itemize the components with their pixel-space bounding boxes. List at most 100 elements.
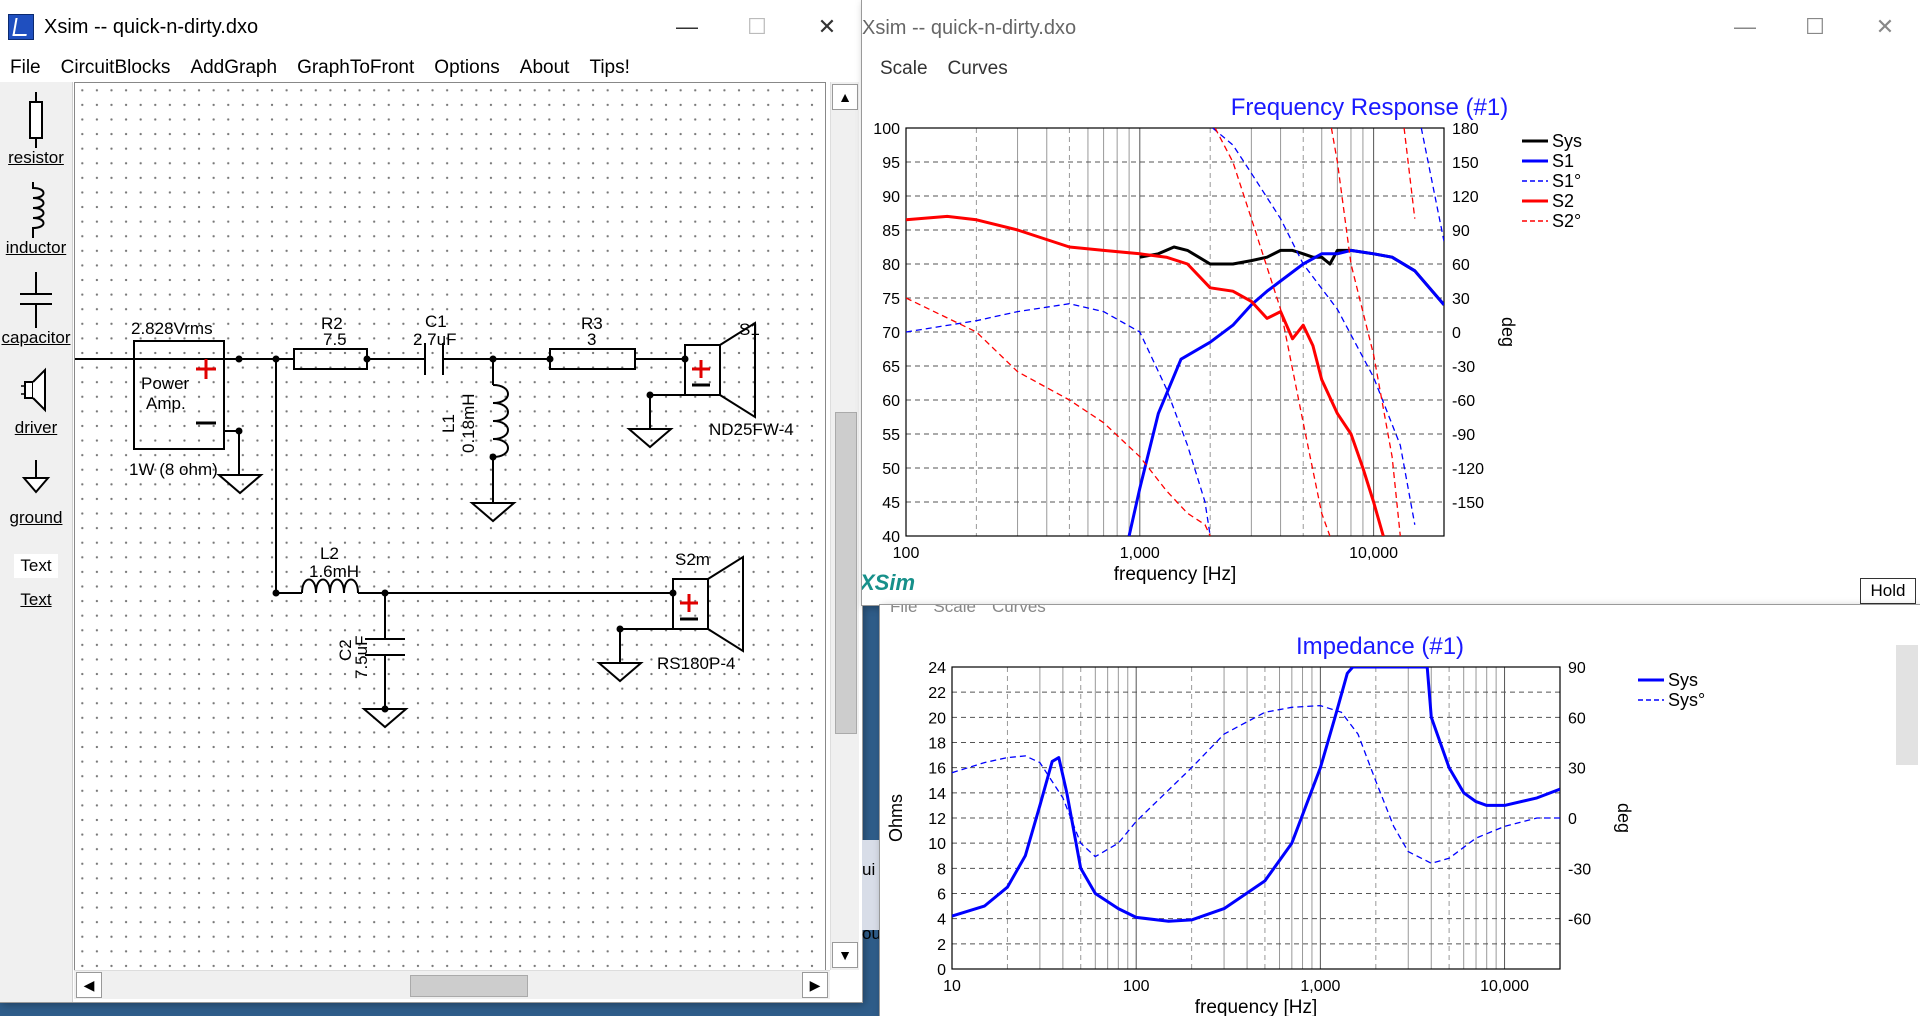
- horizontal-scrollbar[interactable]: ◀ ▶: [74, 970, 830, 999]
- schematic-canvas[interactable]: 2.828Vrms Power Amp. 1W (8 ohm) R2 7.5 C…: [74, 82, 826, 972]
- y-tick-label: 12: [928, 811, 946, 828]
- y-tick-label: 8: [937, 861, 946, 878]
- left-titlebar: Xsim -- quick-n-dirty.dxo — ☐ ✕: [0, 0, 862, 54]
- impedance-chart: 2422201816141210864209060300-30-6010 100 1…: [886, 660, 1705, 1016]
- hold-button[interactable]: Hold: [1860, 578, 1916, 604]
- frequency-response-window: Xsim -- quick-n-dirty.dxo — ☐ ✕ Scale Cu…: [862, 0, 1920, 605]
- l2-value: 1.6mH: [309, 562, 359, 581]
- y2-tick-label: 90: [1568, 660, 1586, 677]
- inductor-icon: [32, 182, 45, 238]
- s2-model: RS180P-4: [657, 654, 735, 673]
- menu-addgraph[interactable]: AddGraph: [180, 57, 287, 79]
- background-window-strip: ui ou: [862, 840, 881, 943]
- source-voltage-label: 2.828Vrms: [131, 319, 213, 338]
- background-peek-text: ui: [862, 860, 876, 879]
- palette-label: ground: [9, 508, 63, 527]
- scroll-down-icon[interactable]: ▼: [832, 942, 858, 968]
- menu-graphtofront[interactable]: GraphToFront: [287, 57, 424, 79]
- x-tick-label: 10,000: [1480, 978, 1529, 995]
- amp-power-label: 1W (8 ohm): [129, 460, 218, 479]
- x-tick-label: 1,000: [1120, 545, 1160, 562]
- series-line-sys: [952, 667, 1560, 923]
- xsim-app-icon: [8, 14, 34, 40]
- legend-label: S1: [1552, 151, 1574, 171]
- legend-label: S2°: [1552, 211, 1581, 231]
- s2-name: S2m: [675, 550, 710, 569]
- palette-resistor[interactable]: resistor: [0, 92, 72, 168]
- menu-circuitblocks[interactable]: CircuitBlocks: [51, 57, 181, 79]
- y2-tick-label: 180: [1452, 121, 1479, 138]
- x-tick-label: 100: [1123, 978, 1150, 995]
- background-peek-text: ou: [862, 924, 881, 943]
- minimize-button[interactable]: —: [652, 0, 722, 54]
- y-tick-label: 65: [882, 359, 900, 376]
- y2-tick-label: 120: [1452, 189, 1479, 206]
- y-axis-label: Ohms: [886, 794, 906, 842]
- maximize-button[interactable]: ☐: [722, 0, 792, 54]
- x-axis-label: frequency [Hz]: [1114, 564, 1237, 585]
- y-tick-label: 70: [882, 325, 900, 342]
- palette-inductor[interactable]: inductor: [0, 182, 72, 258]
- impedance-window: File Scale Curves Impedance (#1) 24 22 20 18 1…: [880, 605, 1920, 1016]
- c2-value: 7.5uF: [352, 636, 371, 679]
- y2-tick-label: 0: [1452, 325, 1461, 342]
- y-tick-label: 45: [882, 495, 900, 512]
- schematic-drawing: 2.828Vrms Power Amp. 1W (8 ohm) R2 7.5 C…: [75, 312, 794, 729]
- y2-tick-label: -90: [1452, 427, 1475, 444]
- y-tick-label: 90: [882, 189, 900, 206]
- x-tick-label: 1,000: [1300, 978, 1340, 995]
- driver-icon: [21, 367, 46, 413]
- r3-symbol: [549, 348, 636, 370]
- y-tick-label: 55: [882, 427, 900, 444]
- vertical-scroll-thumb[interactable]: [835, 412, 857, 734]
- y-tick-label: 14: [928, 786, 946, 803]
- scroll-up-icon[interactable]: ▲: [832, 84, 858, 110]
- palette-label: resistor: [8, 148, 64, 167]
- l2-name: L2: [320, 544, 339, 563]
- x-tick-label: 10,000: [1349, 545, 1398, 562]
- scroll-left-icon[interactable]: ◀: [76, 972, 102, 998]
- y-tick-label: 80: [882, 257, 900, 274]
- y2-tick-label: -30: [1568, 861, 1591, 878]
- palette-text[interactable]: Text Text: [0, 554, 72, 610]
- y2-tick-label: -60: [1452, 393, 1475, 410]
- vertical-scrollbar[interactable]: ▲ ▼: [830, 82, 859, 970]
- r2-value: 7.5: [323, 330, 347, 349]
- menu-file[interactable]: File: [0, 57, 51, 79]
- legend-label: S1°: [1552, 171, 1581, 191]
- palette-ground[interactable]: ground: [0, 452, 72, 528]
- menu-about[interactable]: About: [510, 57, 580, 79]
- horizontal-scroll-thumb[interactable]: [410, 975, 528, 997]
- palette-driver[interactable]: driver: [0, 362, 72, 438]
- y-tick-label: 85: [882, 223, 900, 240]
- window-title: Xsim -- quick-n-dirty.dxo: [44, 15, 259, 38]
- y-tick-label: 20: [928, 710, 946, 727]
- ground-symbol: [626, 428, 674, 449]
- y2-tick-label: -120: [1452, 461, 1484, 478]
- legend-label: S2: [1552, 191, 1574, 211]
- close-button[interactable]: ✕: [792, 0, 862, 54]
- menu-tips[interactable]: Tips!: [579, 57, 639, 79]
- y2-tick-label: 90: [1452, 223, 1470, 240]
- y-tick-label: 100: [873, 121, 900, 138]
- palette-label: Text: [20, 590, 52, 609]
- palette-label: driver: [14, 418, 58, 437]
- y-tick-label: 0: [937, 962, 946, 979]
- r2-symbol: [293, 348, 368, 370]
- left-menubar: File CircuitBlocks AddGraph GraphToFront…: [0, 54, 862, 82]
- amp-label-2: Amp.: [146, 394, 186, 413]
- x-axis-label: frequency [Hz]: [1195, 997, 1318, 1016]
- y2-tick-label: 60: [1568, 710, 1586, 727]
- y-tick-label: 60: [882, 393, 900, 410]
- imp-scrollbar[interactable]: [1896, 645, 1918, 765]
- menu-options[interactable]: Options: [424, 57, 509, 79]
- scroll-right-icon[interactable]: ▶: [802, 972, 828, 998]
- palette-label: inductor: [5, 238, 67, 257]
- y-tick-label: 75: [882, 291, 900, 308]
- y-tick-label: 22: [928, 685, 946, 702]
- y-tick-label: 24: [928, 660, 946, 677]
- palette-capacitor[interactable]: capacitor: [0, 272, 72, 348]
- ground-symbol: [596, 662, 644, 683]
- component-palette: resistor inductor capacitor driver groun…: [0, 82, 73, 1002]
- fr-chart: 100 95 90 85 80 75 70 65 60 55 50 45 40 180 150 120 90 60…: [873, 121, 1582, 585]
